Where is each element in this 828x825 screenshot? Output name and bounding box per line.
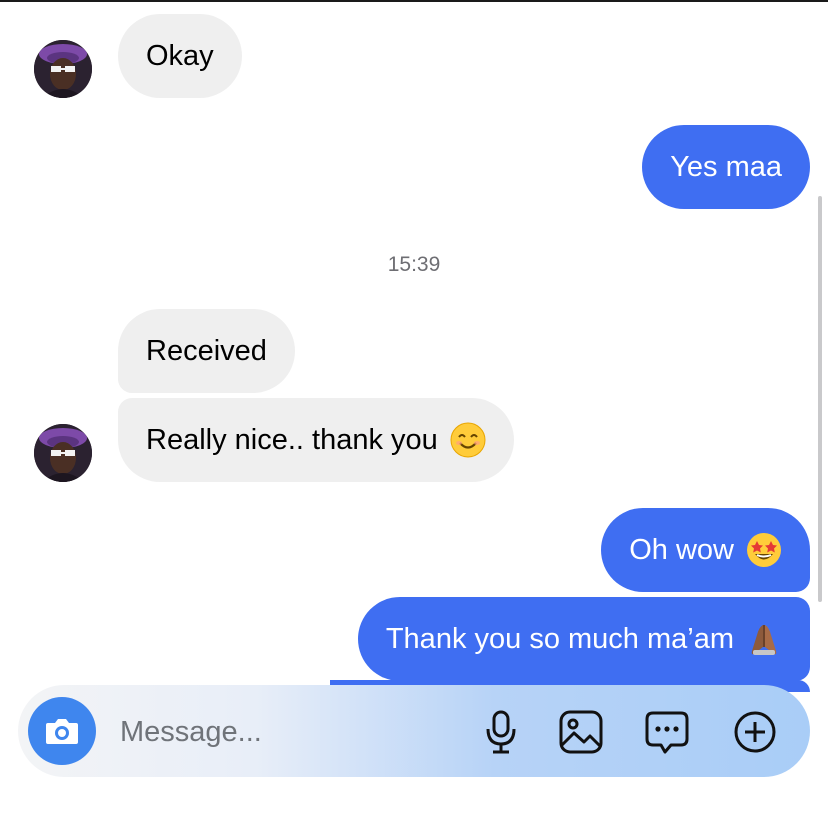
message-bubble-incoming[interactable]: Really nice.. thank you xyxy=(118,398,514,482)
folded-hands-icon xyxy=(751,625,777,655)
message-bubble-incoming[interactable]: Okay xyxy=(118,14,242,98)
message-text: Oh wow xyxy=(629,533,734,566)
microphone-icon xyxy=(486,710,516,754)
top-divider xyxy=(0,0,828,2)
smiling-face-icon xyxy=(450,422,486,458)
camera-button[interactable] xyxy=(28,697,96,765)
sticker-button[interactable] xyxy=(642,707,692,757)
message-text: Received xyxy=(146,334,267,367)
message-text: Really nice.. thank you xyxy=(146,423,438,456)
contact-avatar[interactable] xyxy=(34,424,92,482)
message-bubble-outgoing[interactable]: Oh wow xyxy=(601,508,810,592)
message-bubble-outgoing[interactable]: Yes maa xyxy=(642,125,810,209)
gallery-button[interactable] xyxy=(556,707,606,757)
camera-icon xyxy=(46,719,78,744)
timestamp: 15:39 xyxy=(387,253,441,276)
message-text: Okay xyxy=(146,39,214,72)
microphone-button[interactable] xyxy=(476,707,526,757)
add-button[interactable] xyxy=(730,707,780,757)
message-bubble-incoming[interactable]: Received xyxy=(118,309,295,393)
message-bubble-outgoing[interactable]: Thank you so much ma’am xyxy=(357,597,810,681)
message-composer xyxy=(18,685,810,777)
gallery-icon xyxy=(559,710,603,754)
contact-avatar[interactable] xyxy=(34,40,92,98)
message-text: Thank you so much ma’am xyxy=(385,622,734,655)
message-input[interactable] xyxy=(118,709,462,755)
star-struck-face-icon xyxy=(747,533,781,567)
add-icon xyxy=(734,711,776,753)
message-text: Yes maa xyxy=(670,150,782,183)
sticker-icon xyxy=(645,711,689,754)
